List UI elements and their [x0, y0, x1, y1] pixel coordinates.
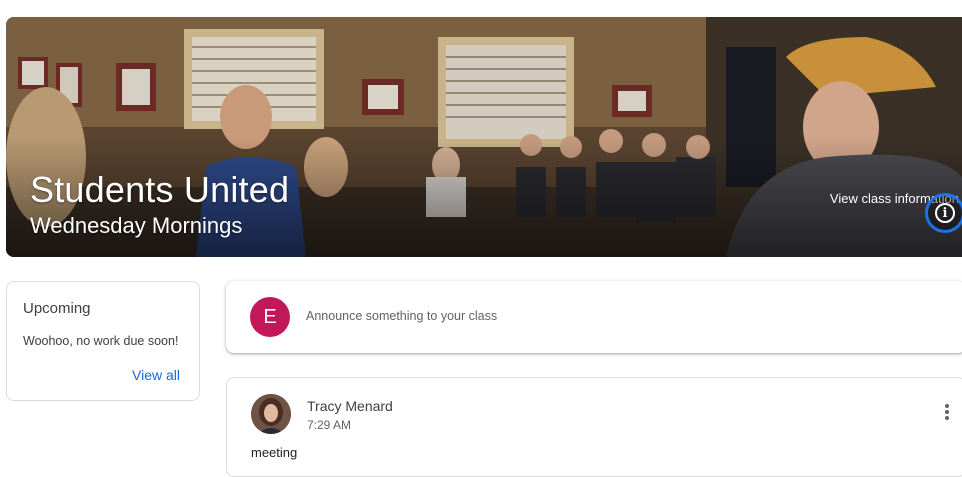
post-body: meeting — [251, 445, 298, 460]
view-all-link[interactable]: View all — [132, 367, 180, 383]
class-banner: Students United Wednesday Mornings View … — [6, 17, 962, 257]
avatar: E — [250, 297, 290, 337]
upcoming-message: Woohoo, no work due soon! — [23, 334, 179, 348]
upcoming-card: Upcoming Woohoo, no work due soon! View … — [6, 281, 200, 401]
post-author: Tracy Menard — [307, 398, 393, 414]
more-vert-icon[interactable] — [939, 404, 955, 424]
class-section: Wednesday Mornings — [30, 213, 243, 238]
upcoming-title: Upcoming — [23, 300, 91, 317]
author-avatar — [251, 394, 291, 434]
announce-placeholder[interactable]: Announce something to your class — [306, 309, 497, 323]
info-icon: i — [935, 203, 955, 223]
post-time: 7:29 AM — [307, 418, 352, 432]
class-title[interactable]: Students United — [30, 169, 289, 211]
class-info-button[interactable]: i — [925, 193, 962, 233]
announce-box[interactable]: E Announce something to your class — [226, 281, 962, 353]
stream-post: Tracy Menard 7:29 AM meeting — [226, 377, 962, 477]
author-photo — [251, 394, 291, 434]
